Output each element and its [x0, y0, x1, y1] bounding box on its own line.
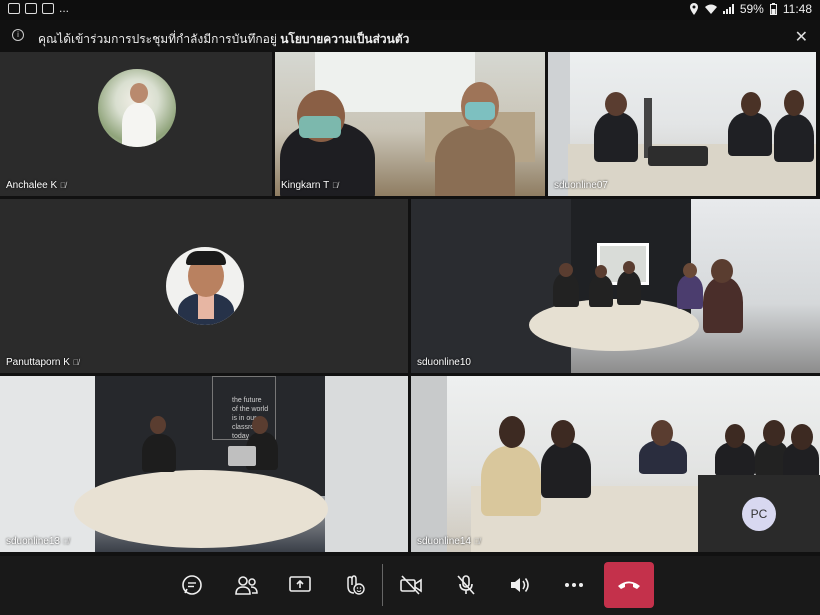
- avatar: [166, 247, 244, 325]
- speaker-icon: [511, 578, 529, 592]
- camera-off-icon: [400, 575, 422, 595]
- chat-icon: [182, 575, 202, 595]
- mic-muted-icon: 🎙̸: [332, 181, 339, 190]
- status-bar: ... 59% 11:48: [0, 0, 820, 20]
- share-screen-icon: [289, 576, 311, 592]
- participant-label: sduonline13 🎙̸: [6, 536, 69, 547]
- info-icon: i: [12, 29, 24, 41]
- share-button[interactable]: [285, 570, 315, 600]
- battery-icon: [769, 3, 777, 15]
- gallery-icon: [25, 2, 37, 14]
- participant-tile-sduonline13[interactable]: the future of the world is in our classr…: [0, 376, 408, 552]
- camera-toggle-button[interactable]: [396, 570, 426, 600]
- participant-tile-sduonline07[interactable]: sduonline07: [548, 52, 816, 196]
- clock: 11:48: [782, 2, 812, 16]
- participant-tile-panuttaporn[interactable]: Panuttaporn K 🎙̸: [0, 199, 408, 373]
- call-controls-bar: [0, 556, 820, 615]
- banner-text: คุณได้เข้าร่วมการประชุมที่กำลังมีการบันท…: [38, 30, 409, 49]
- banner-message: คุณได้เข้าร่วมการประชุมที่กำลังมีการบันท…: [38, 32, 277, 46]
- recording-banner: i คุณได้เข้าร่วมการประชุมที่กำลังมีการบั…: [0, 22, 820, 52]
- participant-tile-anchalee[interactable]: Anchalee K 🎙̸: [0, 52, 272, 196]
- chat-button[interactable]: [177, 570, 207, 600]
- location-icon: [689, 3, 698, 15]
- participant-label: Kingkarn T 🎙̸: [281, 180, 339, 191]
- participant-label: Panuttaporn K 🎙̸: [6, 357, 79, 368]
- people-icon: [235, 576, 258, 595]
- mic-muted-icon: 🎙̸: [62, 537, 69, 546]
- participant-label: Anchalee K 🎙̸: [6, 180, 67, 191]
- privacy-policy-link[interactable]: นโยบายความเป็นส่วนตัว: [280, 32, 409, 46]
- video-feed: [411, 199, 820, 373]
- photo-icon: [42, 2, 54, 14]
- mic-muted-icon: 🎙̸: [72, 358, 79, 367]
- mic-muted-icon: 🎙̸: [473, 537, 480, 546]
- participants-button[interactable]: [231, 570, 261, 600]
- mic-off-icon: [457, 575, 475, 595]
- mic-toggle-button[interactable]: [451, 570, 481, 600]
- video-feed: the future of the world is in our classr…: [0, 376, 408, 552]
- hang-up-button[interactable]: [604, 562, 654, 608]
- video-feed: [548, 52, 816, 196]
- participant-label: sduonline07: [554, 180, 608, 191]
- reactions-button[interactable]: [339, 570, 369, 600]
- controls-divider: [382, 564, 383, 606]
- signal-icon: [722, 4, 734, 14]
- hang-up-icon: [618, 581, 640, 589]
- participant-label: sduonline14 🎙̸: [417, 536, 480, 547]
- chat-notification-icon: [8, 2, 20, 14]
- close-icon[interactable]: ✕: [795, 27, 808, 47]
- battery-level: 59%: [739, 2, 764, 16]
- wifi-icon: [704, 4, 717, 14]
- mic-muted-icon: 🎙̸: [60, 181, 67, 190]
- avatar: [98, 69, 176, 147]
- participant-tile-kingkarn[interactable]: Kingkarn T 🎙̸: [275, 52, 545, 196]
- participant-label: sduonline10: [417, 357, 471, 368]
- speaker-button[interactable]: [505, 570, 535, 600]
- video-feed: [275, 52, 545, 196]
- self-avatar-initials: PC: [742, 497, 776, 531]
- participant-tile-sduonline10[interactable]: sduonline10: [411, 199, 820, 373]
- more-icon: [565, 583, 583, 587]
- more-options-button[interactable]: [559, 570, 589, 600]
- more-notifications: ...: [59, 1, 70, 15]
- raise-hand-icon: [347, 575, 365, 595]
